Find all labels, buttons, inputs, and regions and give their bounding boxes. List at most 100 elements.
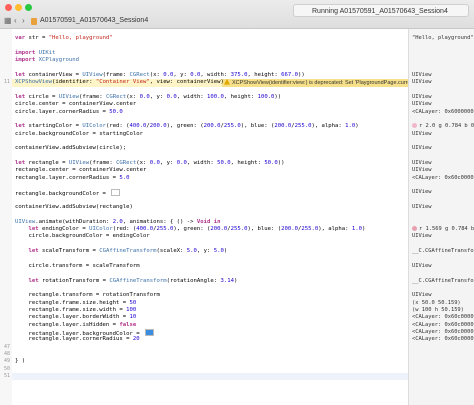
result-value[interactable]: <CALayer: 0x60c000029... xyxy=(412,322,474,329)
code-line[interactable]: circle.center = containerView.center xyxy=(0,101,400,108)
result-value[interactable]: UIView xyxy=(412,72,474,79)
window-titlebar: Running A01570591_A01570643_Session4 ▦ ‹… xyxy=(0,0,474,29)
result-value[interactable]: UIView xyxy=(412,292,474,299)
result-value[interactable]: UIView xyxy=(412,189,474,196)
result-value[interactable]: (x 50.0 50.159) xyxy=(412,300,474,307)
code-line[interactable]: rectangle.layer.isHidden = false xyxy=(0,322,400,329)
code-line[interactable]: import XCPlayground xyxy=(0,57,400,64)
result-value[interactable]: r 2.0 g 0.784 b 0.784 xyxy=(412,123,474,130)
zoom-window-icon[interactable] xyxy=(25,4,32,11)
code-line[interactable]: circle.transform = scaleTransform xyxy=(0,263,400,270)
code-text: rectangle.layer.borderWidth = 10 xyxy=(15,314,137,321)
code-line[interactable] xyxy=(0,241,400,248)
code-line[interactable] xyxy=(0,64,400,71)
result-value[interactable]: UIView xyxy=(412,233,474,240)
code-line[interactable] xyxy=(0,211,400,218)
result-value[interactable]: UIView xyxy=(412,94,474,101)
code-text: rectangle.layer.cornerRadius = 5.0 xyxy=(15,174,130,181)
code-text: UIView.animate(withDuration: 2.0, animat… xyxy=(15,218,221,225)
result-value[interactable]: r 1.569 g 0.784 b 0.784 xyxy=(412,226,474,233)
close-window-icon[interactable] xyxy=(5,4,12,11)
result-value[interactable]: __C.CGAffineTransform xyxy=(412,278,474,285)
code-line[interactable] xyxy=(0,270,400,277)
code-line[interactable] xyxy=(0,138,400,145)
line-number: 48 xyxy=(3,351,10,358)
code-text: let endingColor = UIColor(red: (400.0/25… xyxy=(28,226,366,233)
code-text: circle.layer.cornerRadius = 50.0 xyxy=(15,108,123,115)
code-line[interactable] xyxy=(0,116,400,123)
code-line[interactable]: rectangle.backgroundColor = xyxy=(0,189,400,197)
line-number: 50 xyxy=(3,365,10,372)
forward-button[interactable]: › xyxy=(22,16,25,25)
code-line[interactable]: 48 xyxy=(0,351,400,358)
code-line[interactable]: rectangle.layer.backgroundColor = xyxy=(0,329,400,337)
color-literal-swatch[interactable] xyxy=(111,189,121,197)
code-line[interactable]: let startingColor = UIColor(red: (400.0/… xyxy=(0,123,400,130)
code-text: let circle = UIView(frame: CGRect(x: 0.0… xyxy=(15,93,282,100)
color-literal-swatch[interactable] xyxy=(144,329,154,336)
back-button[interactable]: ‹ xyxy=(14,16,17,25)
code-line[interactable] xyxy=(0,197,400,204)
grid-icon[interactable]: ▦ xyxy=(4,16,12,25)
code-text: let rectangle = UIView(frame: CGRect(x: … xyxy=(15,159,285,166)
code-line[interactable]: rectangle.layer.cornerRadius = 5.0 xyxy=(0,175,400,182)
color-result-icon xyxy=(412,226,417,232)
code-line[interactable]: import UIKit xyxy=(0,50,400,57)
code-line[interactable]: rectangle.transform = rotationTransform xyxy=(0,292,400,299)
result-value[interactable]: UIView xyxy=(412,145,474,152)
result-value[interactable]: UIView xyxy=(412,204,474,211)
code-line[interactable] xyxy=(0,42,400,49)
code-line[interactable]: 47 xyxy=(0,344,400,351)
breadcrumb[interactable]: A01570591_A01570643_Session4 xyxy=(40,17,148,24)
code-line[interactable] xyxy=(0,86,400,93)
code-line[interactable]: let rectangle = UIView(frame: CGRect(x: … xyxy=(0,160,400,167)
code-text: import XCPlayground xyxy=(15,57,80,64)
line-number: 11 xyxy=(3,79,10,86)
code-line[interactable] xyxy=(0,153,400,160)
result-value[interactable]: UIView xyxy=(412,79,474,86)
result-value[interactable]: (w 100 h 50.159) xyxy=(412,307,474,314)
code-text: circle.transform = scaleTransform xyxy=(15,262,140,269)
code-line[interactable]: rectangle.layer.cornerRadius = 20 xyxy=(0,336,400,343)
result-value[interactable]: <CALayer: 0x60c000029... xyxy=(412,329,474,336)
minimize-window-icon[interactable] xyxy=(15,4,22,11)
code-line[interactable]: circle.layer.cornerRadius = 50.0 xyxy=(0,109,400,116)
result-value[interactable]: UIView xyxy=(412,160,474,167)
code-line[interactable] xyxy=(0,256,400,263)
code-text: let rotationTransform = CGAffineTransfor… xyxy=(28,277,238,284)
code-line[interactable] xyxy=(0,182,400,189)
code-line[interactable]: containerView.addSubview(rectangle) xyxy=(0,204,400,211)
code-line[interactable]: 11 XCPShowView(identifier: "Container Vie… xyxy=(0,79,400,86)
jump-bar: ▦ ‹ › A01570591_A01570643_Session4 xyxy=(0,15,474,28)
result-value[interactable]: <CALayer: 0x60c00002... xyxy=(412,175,474,182)
result-value[interactable]: UIView xyxy=(412,131,474,138)
code-line[interactable]: let rotationTransform = CGAffineTransfor… xyxy=(0,278,400,285)
result-value[interactable]: __C.CGAffineTransform xyxy=(412,248,474,255)
code-line[interactable]: rectangle.frame.size.height = 50 xyxy=(0,300,400,307)
result-value[interactable]: UIView xyxy=(412,167,474,174)
code-line[interactable]: let scaleTransform = CGAffineTransform(s… xyxy=(0,248,400,255)
code-line[interactable]: rectangle.layer.borderWidth = 10 xyxy=(0,314,400,321)
code-line[interactable]: rectangle.center = containerView.center xyxy=(0,167,400,174)
code-editor[interactable]: var str = "Hello, playground" import UIKi… xyxy=(0,29,408,405)
code-line[interactable]: 50 xyxy=(0,366,400,373)
code-text: XCPShowView(identifier: "Container View"… xyxy=(15,79,224,86)
code-line[interactable]: circle.backgroundColor = endingColor xyxy=(0,233,400,240)
code-line[interactable]: 49} ) xyxy=(0,358,400,365)
result-value[interactable]: "Hello, playground" xyxy=(412,35,474,42)
code-line[interactable] xyxy=(0,285,400,292)
result-value[interactable]: UIView xyxy=(412,101,474,108)
code-line[interactable]: circle.backgroundColor = startingColor xyxy=(0,131,400,138)
code-line[interactable]: rectangle.frame.size.width = 100 xyxy=(0,307,400,314)
code-line[interactable]: UIView.animate(withDuration: 2.0, animat… xyxy=(0,219,400,226)
code-line[interactable]: containerView.addSubview(circle); xyxy=(0,145,400,152)
result-value[interactable]: <CALayer: 0x60c000029... xyxy=(412,314,474,321)
code-line[interactable]: let circle = UIView(frame: CGRect(x: 0.0… xyxy=(0,94,400,101)
result-value[interactable]: <CALayer: 0x600000029e... xyxy=(412,109,474,116)
result-value[interactable]: UIView xyxy=(412,263,474,270)
code-text: rectangle.transform = rotationTransform xyxy=(15,292,160,299)
code-line[interactable]: 51 xyxy=(0,373,400,380)
code-line[interactable]: var str = "Hello, playground" xyxy=(0,35,400,42)
code-line[interactable]: let endingColor = UIColor(red: (400.0/25… xyxy=(0,226,400,233)
result-value[interactable]: <CALayer: 0x60c000029... xyxy=(412,336,474,343)
